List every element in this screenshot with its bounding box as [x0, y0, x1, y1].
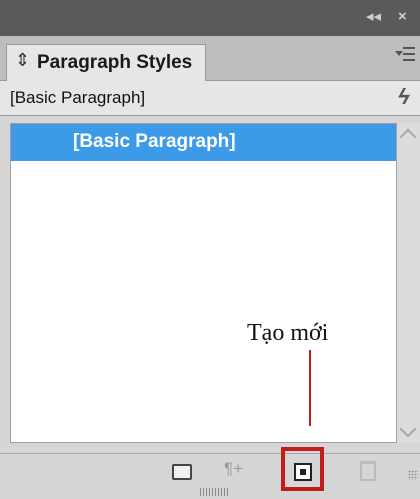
scrollbar[interactable]: [397, 123, 420, 443]
tab-label: Paragraph Styles: [37, 52, 193, 73]
panel-toolbar: ¶+: [0, 453, 420, 486]
menu-line: [403, 47, 415, 49]
collapse-button[interactable]: ◂◂: [366, 9, 381, 25]
close-button[interactable]: ×: [398, 9, 407, 25]
menu-line: [403, 59, 415, 61]
annotation-highlight-box: [281, 447, 324, 491]
menu-line: [403, 53, 415, 55]
pilcrow-icon[interactable]: ¶+: [224, 459, 243, 479]
panel-titlebar: ◂◂ ×: [0, 0, 420, 36]
folder-icon[interactable]: [172, 464, 192, 480]
list-item-label: [Basic Paragraph]: [73, 131, 236, 152]
lightning-icon[interactable]: ϟ: [398, 84, 410, 110]
panel-menu-icon[interactable]: [395, 46, 415, 64]
chevron-updown-icon: ⇕: [15, 50, 31, 70]
scroll-up-icon[interactable]: [399, 128, 417, 146]
styles-list: [Basic Paragraph]: [10, 123, 397, 443]
tab-strip: ⇕ Paragraph Styles: [0, 36, 420, 81]
current-style-label: [Basic Paragraph]: [10, 88, 146, 107]
current-style-row: [Basic Paragraph] ϟ: [0, 81, 420, 116]
trash-icon[interactable]: [360, 461, 376, 481]
annotation-pointer: [309, 350, 311, 426]
paragraph-styles-panel: ◂◂ × ⇕ Paragraph Styles [Basic Paragraph…: [0, 0, 420, 499]
list-item[interactable]: [Basic Paragraph]: [11, 124, 396, 161]
resize-grip-icon[interactable]: [408, 470, 418, 480]
annotation-label: Tạo mới: [247, 320, 329, 346]
scroll-down-icon[interactable]: [399, 420, 417, 438]
dropdown-triangle-icon: [395, 51, 403, 56]
horizontal-grip-icon[interactable]: [200, 488, 230, 496]
tab-paragraph-styles[interactable]: ⇕ Paragraph Styles: [6, 44, 206, 81]
